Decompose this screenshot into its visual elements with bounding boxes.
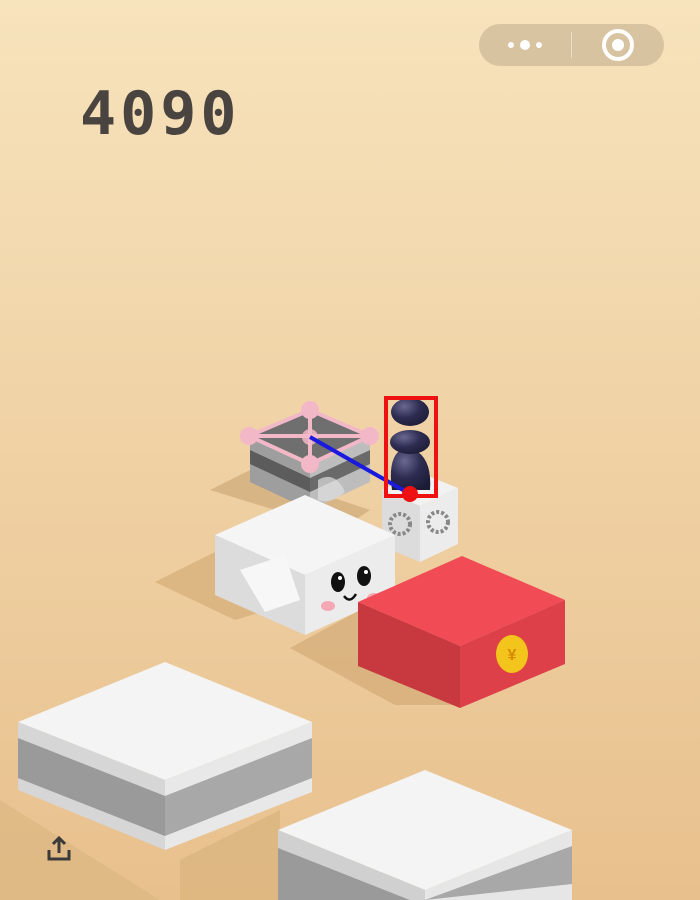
- more-dots-icon: [508, 40, 542, 50]
- miniprogram-capsule: [479, 24, 664, 66]
- close-button[interactable]: [572, 24, 664, 66]
- score-display: 4090: [80, 79, 241, 149]
- share-button[interactable]: [44, 834, 74, 864]
- share-upload-icon: [47, 835, 71, 861]
- player-foot-marker: [402, 486, 418, 502]
- target-close-icon: [602, 29, 634, 61]
- player-piece: [390, 398, 431, 490]
- more-button[interactable]: [479, 24, 571, 66]
- yen-symbol: ¥: [508, 647, 517, 664]
